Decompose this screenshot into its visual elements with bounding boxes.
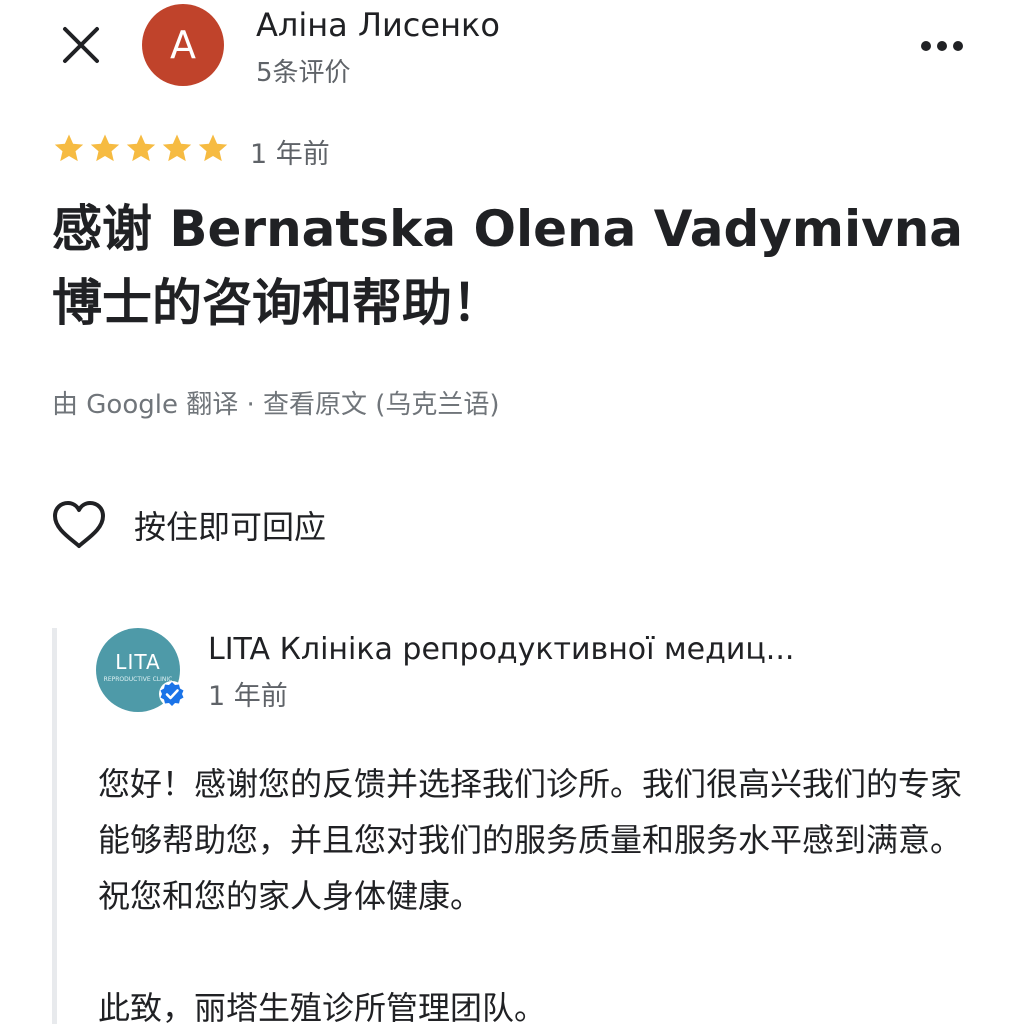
heart-icon bbox=[53, 501, 105, 548]
review-time: 1 年前 bbox=[250, 139, 330, 170]
reply-divider bbox=[52, 628, 57, 1024]
owner-reply-text: 您好！感谢您的反馈并选择我们诊所。我们很高兴我们的专家能够帮助您，并且您对我们的… bbox=[98, 765, 963, 1027]
author-name[interactable]: Аліна Лисенко bbox=[256, 6, 500, 44]
star-rating bbox=[52, 132, 230, 168]
star-icon bbox=[162, 134, 192, 162]
view-original-link[interactable]: 查看原文 (乌克兰语) bbox=[263, 390, 500, 420]
owner-logo[interactable]: LITA REPRODUCTIVE CLINIC bbox=[96, 628, 185, 712]
owner-logo-text: LITA bbox=[115, 650, 161, 674]
star-icon bbox=[54, 134, 84, 162]
star-icon bbox=[126, 134, 156, 162]
close-icon bbox=[63, 27, 99, 63]
star-icon bbox=[90, 134, 120, 162]
close-button[interactable] bbox=[52, 16, 112, 76]
avatar-letter: A bbox=[170, 23, 196, 67]
reply-time: 1 年前 bbox=[208, 681, 288, 712]
react-label[interactable]: 按住即可回应 bbox=[134, 502, 326, 548]
avatar[interactable]: A bbox=[142, 4, 224, 86]
more-options-button[interactable] bbox=[918, 36, 966, 56]
translated-by-label: 由 Google 翻译 bbox=[52, 390, 239, 420]
translation-note: 由 Google 翻译 · 查看原文 (乌克兰语) bbox=[52, 384, 500, 421]
star-icon bbox=[198, 134, 228, 162]
review-text: 感谢 Bernatska Olena Vadymivna 博士的咨询和帮助！ bbox=[52, 200, 964, 332]
react-button[interactable] bbox=[50, 500, 108, 550]
verified-badge-icon bbox=[159, 681, 185, 707]
more-horizontal-icon bbox=[921, 41, 963, 51]
review-count: 5条评价 bbox=[256, 58, 351, 88]
translation-separator: · bbox=[238, 390, 264, 420]
owner-name[interactable]: LITA Клініка репродуктивної медиц... bbox=[208, 632, 794, 667]
